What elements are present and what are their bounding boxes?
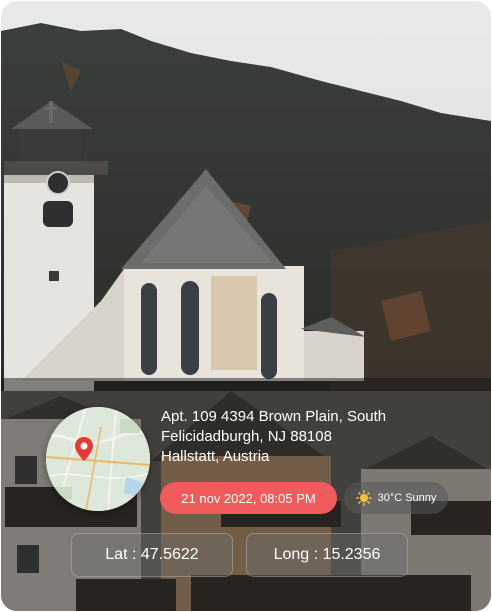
address-line-2: Felicidadburgh, NJ 88108	[161, 428, 332, 445]
address-line-1: Apt. 109 4394 Brown Plain, South	[161, 408, 387, 425]
latitude-box: Lat : 47.5622	[71, 533, 233, 577]
address-line-3: Hallstatt, Austria	[161, 448, 270, 465]
weather-badge: 30°C Sunny	[344, 482, 448, 514]
address-block: Apt. 109 4394 Brown Plain, South Felicid…	[161, 407, 479, 467]
map-thumbnail	[46, 407, 150, 511]
weather-text: 30°C Sunny	[377, 492, 437, 504]
longitude-box: Long : 15.2356	[246, 533, 408, 577]
photo-card: Apt. 109 4394 Brown Plain, South Felicid…	[1, 1, 491, 611]
sun-icon	[355, 490, 372, 506]
datetime-text: 21 nov 2022, 08:05 PM	[181, 490, 316, 506]
latitude-text: Lat : 47.5622	[105, 546, 199, 563]
longitude-text: Long : 15.2356	[273, 546, 381, 563]
location-map[interactable]	[46, 407, 150, 511]
map-pin-icon	[75, 437, 93, 461]
datetime-badge: 21 nov 2022, 08:05 PM	[160, 482, 337, 514]
